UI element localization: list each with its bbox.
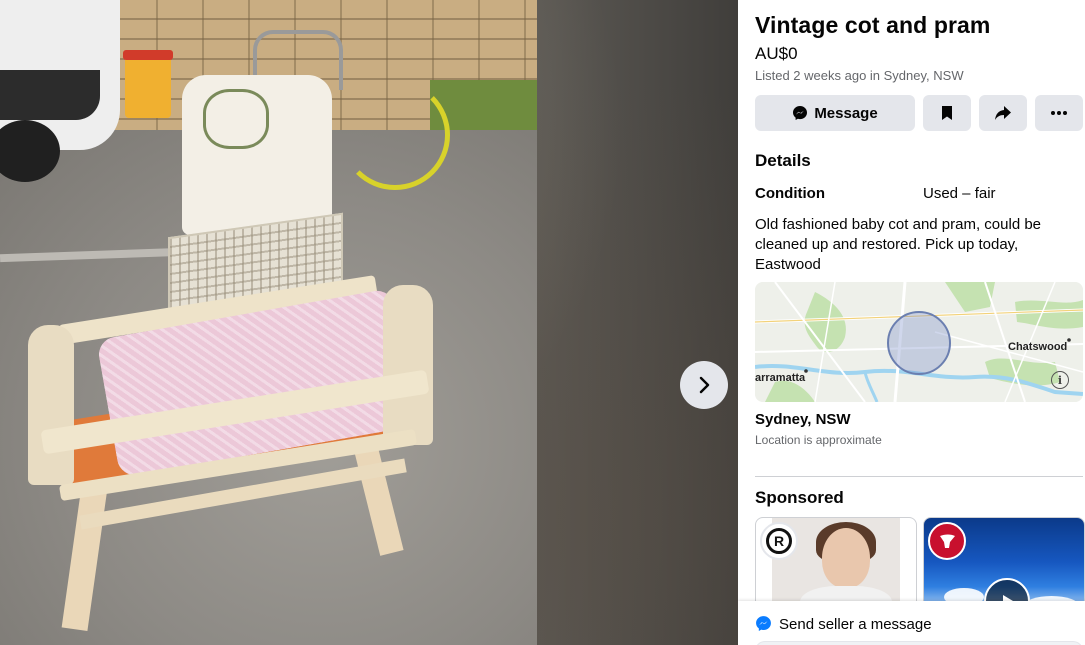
cot-end-left xyxy=(28,325,74,485)
ad-model-face xyxy=(822,528,870,588)
location-map[interactable]: arramatta Chatswood i xyxy=(755,282,1083,402)
location-title: Sydney, NSW xyxy=(755,411,851,428)
more-icon xyxy=(1051,111,1067,115)
location-note: Location is approximate xyxy=(755,433,882,447)
advertiser-logo xyxy=(928,522,966,560)
condition-label: Condition xyxy=(755,185,825,202)
next-photo-button[interactable] xyxy=(680,361,728,409)
advertiser-logo: R xyxy=(760,522,798,560)
send-seller-message-label: Send seller a message xyxy=(779,616,932,633)
messenger-icon xyxy=(756,616,771,631)
wooden-cot xyxy=(18,195,438,635)
section-divider xyxy=(755,476,1083,477)
details-heading: Details xyxy=(755,151,811,170)
bookmark-icon xyxy=(942,106,952,120)
info-icon[interactable]: i xyxy=(1051,371,1069,389)
listing-description: Old fashioned baby cot and pram, could b… xyxy=(755,216,1042,273)
listing-price: AU$0 xyxy=(755,44,798,63)
share-icon xyxy=(995,106,1011,120)
save-button[interactable] xyxy=(923,95,971,131)
message-button[interactable]: Message xyxy=(755,95,915,131)
chevron-right-icon xyxy=(699,376,710,394)
listing-photo xyxy=(0,0,537,645)
message-input[interactable] xyxy=(755,641,1083,645)
paint-bucket xyxy=(123,50,173,118)
share-button[interactable] xyxy=(979,95,1027,131)
media-viewer xyxy=(0,0,738,645)
funnel-logo-icon xyxy=(940,534,955,548)
send-message-bar: Send seller a message xyxy=(738,601,1085,645)
more-options-button[interactable] xyxy=(1035,95,1083,131)
message-button-label: Message xyxy=(814,104,878,122)
listing-title: Vintage cot and pram xyxy=(755,12,991,38)
garden-hose xyxy=(340,80,450,190)
listing-date-location[interactable]: Listed 2 weeks ago in Sydney, NSW xyxy=(755,68,964,83)
map-label-chatswood: Chatswood xyxy=(1008,341,1068,353)
map-label-parramatta: arramatta xyxy=(755,372,806,384)
cot-end-right xyxy=(383,285,433,445)
listing-detail-panel: Vintage cot and pram AU$0 Listed 2 weeks… xyxy=(738,0,1085,645)
registered-mark-icon: R xyxy=(766,528,792,554)
messenger-icon xyxy=(793,106,808,120)
embroidered-doily xyxy=(203,89,269,149)
condition-value: Used – fair xyxy=(923,185,996,202)
sponsored-heading: Sponsored xyxy=(755,488,844,507)
car-bumper xyxy=(0,70,100,120)
